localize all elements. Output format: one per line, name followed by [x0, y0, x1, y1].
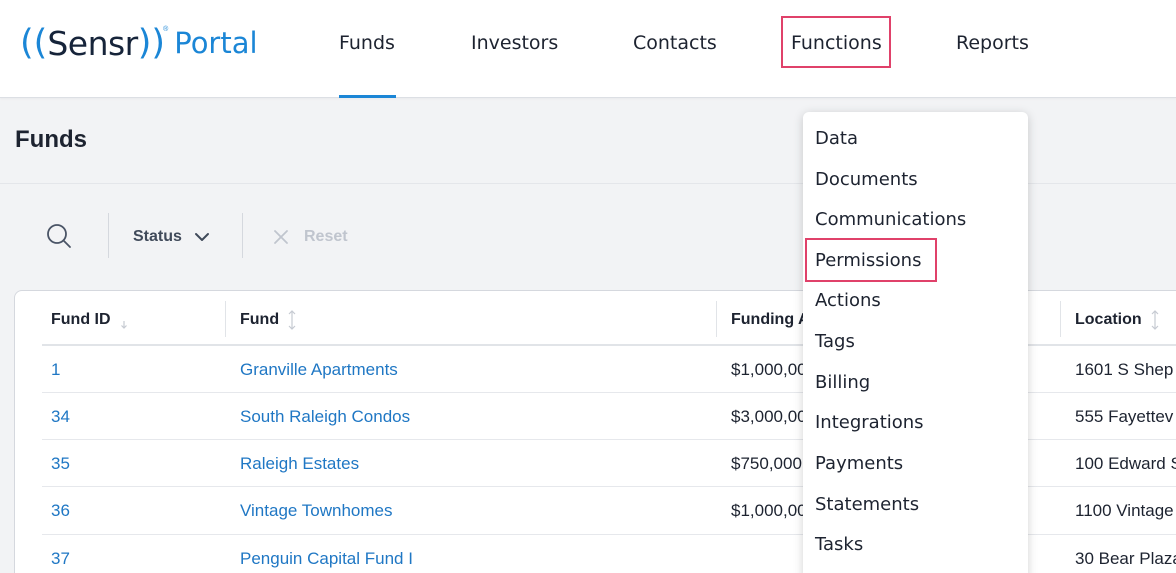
fund-name-link[interactable]: Penguin Capital Fund I	[240, 548, 413, 570]
menu-item-actions[interactable]: Actions	[815, 289, 881, 313]
logo-product: Portal	[174, 26, 258, 60]
menu-item-payments[interactable]: Payments	[815, 452, 903, 476]
logo-close-parens: ))	[137, 23, 166, 63]
menu-item-documents[interactable]: Documents	[815, 168, 918, 192]
fund-location: 1601 S Shep	[1075, 360, 1174, 379]
fund-id-link[interactable]: 34	[51, 406, 70, 428]
menu-item-billing[interactable]: Billing	[815, 371, 870, 395]
column-header-label: Fund ID	[51, 311, 111, 328]
menu-item-tasks[interactable]: Tasks	[815, 533, 863, 557]
status-filter-button[interactable]: Status	[133, 226, 210, 248]
column-header-label: Location	[1075, 311, 1142, 328]
funding-amount	[731, 548, 803, 570]
menu-item-statements[interactable]: Statements	[815, 493, 919, 517]
toolbar-divider	[108, 213, 109, 258]
sort-desc-icon	[120, 321, 127, 329]
page-title: Funds	[15, 126, 87, 153]
column-header-funding[interactable]: Funding A	[731, 310, 810, 330]
logo-registered-mark: ®	[163, 25, 169, 33]
nav-investors[interactable]: Investors	[471, 30, 558, 56]
column-separator	[1060, 301, 1061, 337]
menu-item-data[interactable]: Data	[815, 127, 858, 151]
fund-location: 1100 Vintage	[1075, 501, 1174, 520]
fund-location: 100 Edward S	[1075, 454, 1176, 473]
nav-contacts[interactable]: Contacts	[633, 30, 717, 56]
column-header-label: Funding A	[731, 311, 810, 328]
fund-id-link[interactable]: 36	[51, 500, 70, 522]
menu-item-integrations[interactable]: Integrations	[815, 411, 924, 435]
fund-id-link[interactable]: 37	[51, 548, 70, 570]
sensr-portal-logo[interactable]: (( Sensr )) ® Portal	[20, 18, 258, 68]
menu-item-tags[interactable]: Tags	[815, 330, 855, 354]
reset-button[interactable]: Reset	[272, 226, 348, 248]
column-separator	[225, 301, 226, 337]
funding-amount: $750,000	[731, 454, 802, 473]
logo-open-parens: ((	[20, 23, 48, 63]
functions-highlight-box	[781, 16, 891, 68]
chevron-down-icon	[194, 233, 209, 241]
fund-name-link[interactable]: Granville Apartments	[240, 359, 398, 381]
funding-amount: $3,000,00	[731, 407, 803, 426]
fund-location: 555 Fayettev	[1075, 407, 1174, 426]
fund-location: 30 Bear Plaza	[1075, 549, 1176, 568]
fund-id-link[interactable]: 1	[51, 359, 60, 381]
active-nav-indicator	[339, 95, 396, 98]
nav-reports[interactable]: Reports	[956, 30, 1029, 56]
column-header-fund-id[interactable]: Fund ID	[51, 310, 129, 330]
fund-name-link[interactable]: Raleigh Estates	[240, 453, 359, 475]
fund-name-link[interactable]: Vintage Townhomes	[240, 500, 392, 522]
nav-funds[interactable]: Funds	[339, 30, 395, 56]
permissions-highlight-box	[805, 238, 937, 282]
menu-item-communications[interactable]: Communications	[815, 208, 966, 232]
column-header-fund[interactable]: Fund	[240, 310, 297, 330]
funding-amount: $1,000,00	[731, 501, 803, 520]
toolbar-divider	[242, 213, 243, 258]
funding-amount: $1,000,00	[731, 360, 803, 379]
column-separator	[716, 301, 717, 337]
fund-id-link[interactable]: 35	[51, 453, 70, 475]
column-header-label: Fund	[240, 311, 280, 328]
search-icon[interactable]	[45, 222, 73, 250]
sort-icon	[288, 310, 296, 330]
close-icon	[274, 230, 288, 244]
sort-icon	[1151, 310, 1159, 330]
status-filter-label: Status	[133, 228, 182, 245]
fund-name-link[interactable]: South Raleigh Condos	[240, 406, 410, 428]
reset-label: Reset	[304, 228, 348, 245]
column-header-location[interactable]: Location	[1075, 310, 1160, 330]
logo-name: Sensr	[47, 23, 138, 63]
